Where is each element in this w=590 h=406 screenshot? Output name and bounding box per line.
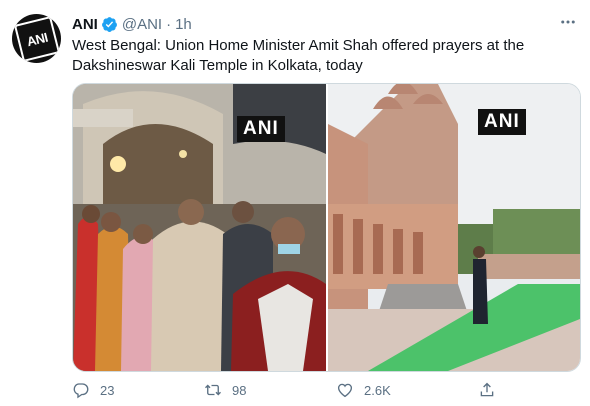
- verified-badge-icon: [101, 16, 117, 32]
- tweet[interactable]: ANI ANI @ANI · 1h West Bengal: Union Hom…: [0, 0, 590, 406]
- separator: ·: [166, 15, 172, 33]
- more-icon[interactable]: [556, 12, 580, 32]
- timestamp[interactable]: 1h: [175, 16, 192, 33]
- left-watermark: ANI: [237, 116, 285, 142]
- share-button[interactable]: [478, 381, 496, 399]
- avatar[interactable]: ANI: [12, 14, 61, 63]
- temple-exterior-photo[interactable]: ANI: [328, 84, 580, 371]
- like-count: 2.6K: [364, 382, 391, 398]
- reply-button[interactable]: 23: [72, 381, 114, 399]
- media-grid: ANI ANI: [72, 83, 581, 372]
- retweet-button[interactable]: 98: [204, 381, 246, 399]
- author-handle[interactable]: @ANI: [122, 16, 162, 33]
- temple-interior-photo[interactable]: ANI: [73, 84, 326, 371]
- right-watermark: ANI: [478, 109, 526, 135]
- tweet-text: West Bengal: Union Home Minister Amit Sh…: [72, 37, 525, 74]
- reply-icon: [73, 383, 89, 399]
- tweet-header: ANI @ANI · 1h: [72, 14, 590, 34]
- like-icon: [337, 383, 353, 398]
- retweet-icon: [205, 384, 221, 396]
- reply-count: 23: [100, 382, 115, 398]
- retweet-count: 98: [232, 382, 247, 398]
- action-bar: 23 98 2.6K: [72, 378, 532, 402]
- share-icon: [480, 382, 494, 397]
- avatar-logo-text: ANI: [13, 15, 60, 62]
- like-button[interactable]: 2.6K: [336, 381, 391, 399]
- author-name[interactable]: ANI: [72, 16, 98, 33]
